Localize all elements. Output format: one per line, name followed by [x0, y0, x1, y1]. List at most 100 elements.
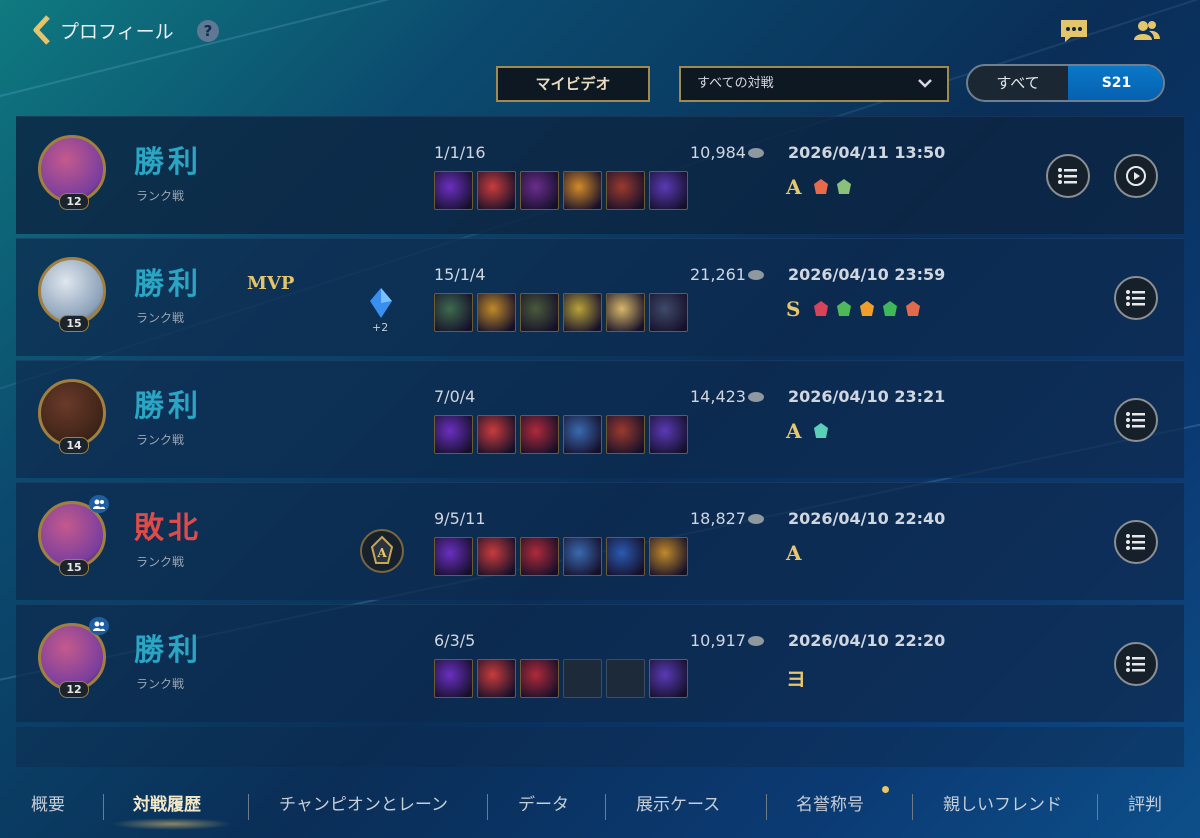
item-icon[interactable]: [434, 659, 473, 698]
item-icon[interactable]: [606, 171, 645, 210]
item-icon[interactable]: [649, 659, 688, 698]
match-row[interactable]: 15 敗北 ランク戦 A 9/5/11 18,827 2026/04/10 22:40 A: [16, 482, 1184, 600]
crystal-count: +2: [372, 321, 389, 334]
match-datetime: 2026/04/10 22:20: [788, 631, 945, 650]
gold-earned: 18,827: [690, 509, 764, 528]
item-icon[interactable]: [434, 415, 473, 454]
tab-reputation[interactable]: 評判: [1128, 790, 1162, 815]
item-icon[interactable]: [606, 537, 645, 576]
match-details-button[interactable]: [1114, 398, 1158, 442]
item-icon[interactable]: [649, 171, 688, 210]
match-mode: ランク戦: [136, 433, 185, 447]
page-title: プロフィール: [60, 20, 174, 43]
item-icon[interactable]: [649, 415, 688, 454]
tab-champions-lanes[interactable]: チャンピオンとレーン: [279, 790, 448, 815]
my-video-button[interactable]: マイビデオ: [496, 66, 650, 102]
match-details-button[interactable]: [1046, 154, 1090, 198]
performance-grade: ヨ: [786, 667, 806, 691]
item-icon[interactable]: [563, 293, 602, 332]
item-icon[interactable]: [520, 171, 559, 210]
list-icon: [1126, 412, 1145, 428]
match-time: 23:59: [894, 265, 946, 284]
tab-match-history[interactable]: 対戦履歴: [133, 790, 201, 815]
segment-season[interactable]: S21: [1068, 66, 1163, 100]
match-datetime: 2026/04/10 22:40: [788, 509, 945, 528]
achievement-icon: [906, 301, 920, 316]
match-details-button[interactable]: [1114, 642, 1158, 686]
party-icon: [89, 617, 109, 635]
match-time: 13:50: [894, 143, 946, 162]
item-icon[interactable]: [649, 537, 688, 576]
achievement-icon: [814, 423, 828, 438]
segment-all[interactable]: すべて: [968, 66, 1068, 100]
friends-icon[interactable]: [1132, 18, 1162, 44]
match-result: 勝利: [134, 267, 202, 302]
performance-grade: A: [786, 541, 802, 565]
item-icon[interactable]: [434, 537, 473, 576]
item-icon[interactable]: [477, 293, 516, 332]
empty-item-slot: [563, 659, 602, 698]
match-row[interactable]: 15 勝利 ランク戦 MVP +2 15/1/4 21,261 2026/04/10 23:5…: [16, 238, 1184, 356]
item-icon[interactable]: [606, 293, 645, 332]
item-icon[interactable]: [434, 171, 473, 210]
mvp-label: MVP: [247, 273, 295, 294]
match-datetime: 2026/04/10 23:21: [788, 387, 945, 406]
chat-icon[interactable]: [1059, 18, 1089, 44]
item-icon[interactable]: [563, 171, 602, 210]
match-row[interactable]: 12 勝利 ランク戦 6/3/5 10,917 2026/04/10 22:20 ヨ: [16, 604, 1184, 722]
tab-divider: [1097, 794, 1098, 820]
match-date: 2026/04/11: [788, 143, 889, 162]
gold-value: 10,917: [690, 631, 746, 650]
item-icon[interactable]: [563, 537, 602, 576]
match-details-button[interactable]: [1114, 276, 1158, 320]
tab-overview[interactable]: 概要: [31, 790, 65, 815]
item-build: [434, 537, 688, 576]
item-icon[interactable]: [520, 537, 559, 576]
item-icon[interactable]: [520, 415, 559, 454]
tab-showcase[interactable]: 展示ケース: [636, 790, 720, 815]
tab-close-friends[interactable]: 親しいフレンド: [943, 790, 1062, 815]
match-date: 2026/04/10: [788, 631, 889, 650]
back-button[interactable]: プロフィール: [30, 14, 174, 46]
champion-level-badge: 15: [59, 559, 89, 576]
item-icon[interactable]: [520, 659, 559, 698]
match-mode: ランク戦: [136, 555, 185, 569]
match-date: 2026/04/10: [788, 387, 889, 406]
match-result: 敗北: [134, 511, 202, 546]
gold-earned: 14,423: [690, 387, 764, 406]
help-icon[interactable]: ?: [197, 20, 219, 42]
chevron-left-icon: [33, 15, 50, 45]
list-icon: [1126, 534, 1145, 550]
item-build: [434, 171, 688, 210]
tab-honor-titles[interactable]: 名誉称号: [796, 790, 864, 815]
list-icon: [1058, 168, 1077, 184]
tab-divider: [103, 794, 104, 820]
match-details-button[interactable]: [1114, 520, 1158, 564]
item-icon[interactable]: [477, 659, 516, 698]
achievement-medals: [811, 421, 831, 441]
gold-earned: 10,917: [690, 631, 764, 650]
tab-data[interactable]: データ: [518, 790, 569, 815]
match-row[interactable]: 12 勝利 ランク戦 1/1/16 10,984 2026/04/11 13:50 A: [16, 116, 1184, 234]
item-icon[interactable]: [606, 415, 645, 454]
champion-level-badge: 12: [59, 193, 89, 210]
achievement-medals: [811, 299, 923, 319]
party-icon: [89, 495, 109, 513]
item-icon[interactable]: [477, 415, 516, 454]
replay-button[interactable]: [1114, 154, 1158, 198]
achievement-icon: [814, 301, 828, 316]
item-icon[interactable]: [520, 293, 559, 332]
match-type-select[interactable]: すべての対戦: [679, 66, 949, 102]
chevron-down-icon: [918, 79, 932, 88]
item-icon[interactable]: [477, 537, 516, 576]
item-icon[interactable]: [434, 293, 473, 332]
item-icon[interactable]: [477, 171, 516, 210]
item-icon[interactable]: [649, 293, 688, 332]
kda: 15/1/4: [434, 265, 486, 284]
tab-divider: [912, 794, 913, 820]
achievement-icon: [837, 301, 851, 316]
season-toggle: すべて S21: [966, 64, 1165, 102]
match-row[interactable]: 14 勝利 ランク戦 7/0/4 14,423 2026/04/10 23:21 A: [16, 360, 1184, 478]
item-icon[interactable]: [563, 415, 602, 454]
match-datetime: 2026/04/10 23:59: [788, 265, 945, 284]
